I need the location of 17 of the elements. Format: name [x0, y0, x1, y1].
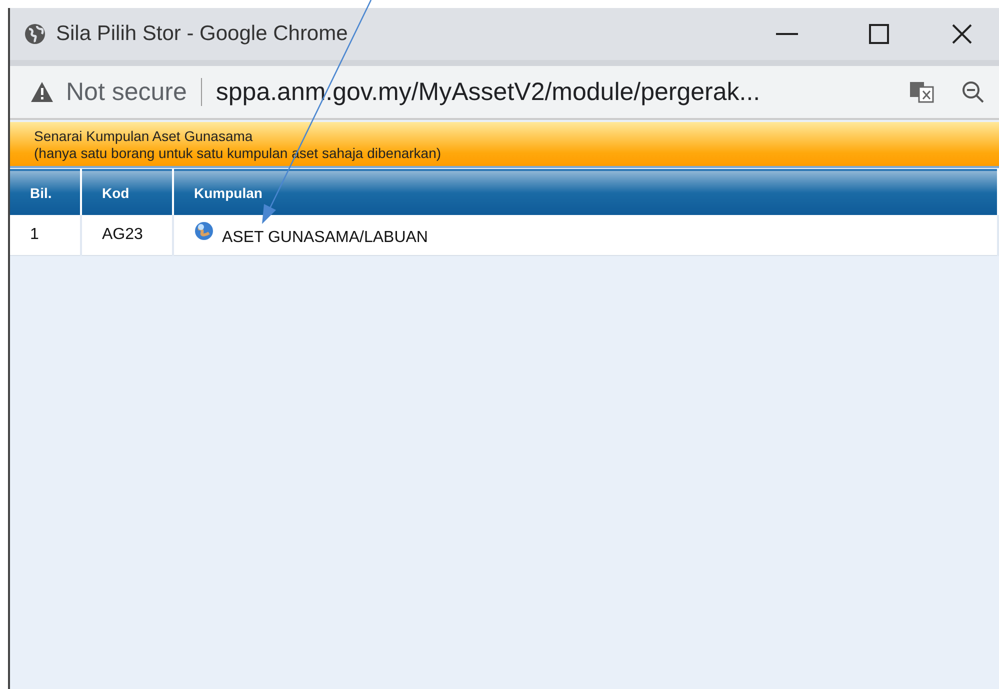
- minimize-icon: [776, 33, 798, 35]
- zoom-out-icon[interactable]: [961, 80, 985, 104]
- table-cell: AG23: [81, 215, 173, 255]
- security-label: Not secure: [66, 78, 187, 106]
- globe-icon: [24, 23, 46, 45]
- globe-icon: [194, 220, 214, 241]
- table-cell: 1: [10, 215, 81, 255]
- close-icon: [951, 23, 973, 45]
- maximize-icon: [868, 23, 890, 45]
- banner-title: Senarai Kumpulan Aset Gunasama: [34, 128, 254, 145]
- store-link[interactable]: ASET GUNASAMA/LABUAN: [222, 228, 428, 246]
- window-title: Sila Pilih Stor - Google Chrome: [56, 22, 348, 46]
- translate-icon[interactable]: [909, 81, 935, 103]
- column-header: Kumpulan: [173, 170, 998, 215]
- warning-icon: [30, 81, 54, 103]
- column-header: Bil.: [10, 170, 81, 215]
- column-header: Kod: [81, 170, 173, 215]
